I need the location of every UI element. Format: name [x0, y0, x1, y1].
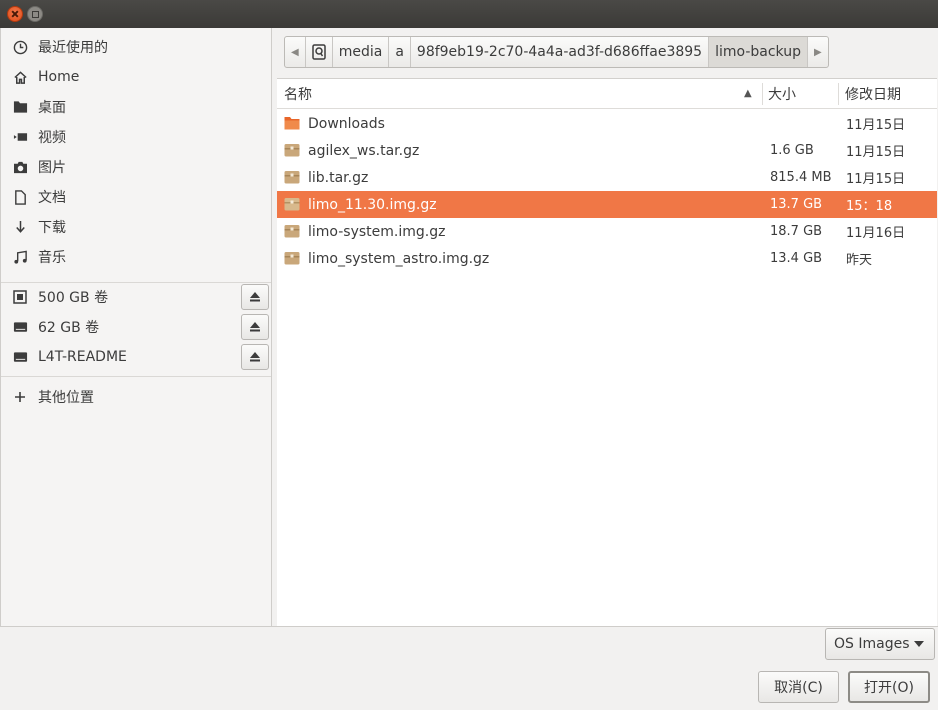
sidebar-item-label: 62 GB 卷 — [38, 320, 100, 336]
sidebar-item-volume-500gb[interactable]: 500 GB 卷 — [1, 282, 271, 312]
sidebar-item-desktop[interactable]: 桌面 — [1, 92, 271, 122]
title-bar — [0, 0, 938, 28]
eject-icon — [250, 292, 260, 302]
document-icon — [10, 189, 30, 205]
file-modified: 11月16日 — [846, 226, 906, 241]
file-row-lib[interactable]: lib.tar.gz 815.4 MB 11月15日 — [277, 164, 937, 191]
chip-drive-icon — [10, 290, 30, 304]
file-modified: 11月15日 — [846, 118, 906, 133]
close-window-button[interactable] — [7, 6, 23, 22]
sidebar-item-documents[interactable]: 文档 — [1, 182, 271, 212]
file-name: limo_11.30.img.gz — [308, 196, 437, 213]
file-list: 名称 ▲ 大小 修改日期 Downloads 11月15日 agilex_ws.… — [277, 78, 937, 627]
file-size: 1.6 GB — [770, 143, 814, 158]
path-scroll-left-button[interactable]: ◀ — [285, 37, 305, 67]
file-name: limo_system_astro.img.gz — [308, 250, 490, 267]
file-modified: 昨天 — [846, 253, 873, 268]
file-row-limo-system-astro[interactable]: limo_system_astro.img.gz 13.4 GB 昨天 — [277, 245, 937, 272]
drive-icon — [10, 351, 30, 363]
video-icon — [10, 131, 30, 143]
sidebar-item-volume-62gb[interactable]: 62 GB 卷 — [1, 312, 271, 342]
file-name: agilex_ws.tar.gz — [308, 142, 420, 159]
archive-icon — [284, 171, 300, 184]
sidebar-item-label: 图片 — [38, 160, 66, 176]
file-size: 815.4 MB — [770, 170, 832, 185]
sidebar-item-home[interactable]: Home — [1, 62, 271, 92]
filter-bar — [0, 626, 938, 663]
sidebar-separator — [1, 376, 271, 377]
path-segment-a[interactable]: a — [388, 37, 410, 67]
eject-button-500gb[interactable] — [241, 284, 269, 310]
open-button[interactable]: 打开(O) — [848, 671, 930, 703]
sidebar-item-label: 桌面 — [38, 100, 66, 116]
folder-icon — [10, 100, 30, 114]
column-header-name[interactable]: 名称 — [284, 79, 312, 108]
file-row-limo-11-30-selected[interactable]: limo_11.30.img.gz 13.7 GB 15：18 — [277, 191, 937, 218]
home-icon — [10, 70, 30, 85]
file-name: limo-system.img.gz — [308, 223, 446, 240]
file-modified: 11月15日 — [846, 172, 906, 187]
sidebar-item-recent[interactable]: 最近使用的 — [1, 32, 271, 62]
column-separator — [838, 83, 839, 105]
sidebar-item-label: 500 GB 卷 — [38, 290, 109, 306]
sidebar-item-other-locations[interactable]: 其他位置 — [1, 382, 271, 412]
file-name: Downloads — [308, 115, 385, 132]
download-icon — [10, 220, 30, 235]
path-bar: ◀ media a 98f9eb19-2c70-4a4a-ad3f-d686ff… — [284, 36, 829, 68]
sort-ascending-icon: ▲ — [744, 88, 752, 99]
plus-icon — [10, 391, 30, 403]
sidebar-item-label: 音乐 — [38, 250, 66, 266]
archive-icon — [284, 225, 300, 238]
file-modified: 11月15日 — [846, 145, 906, 160]
column-header-modified[interactable]: 修改日期 — [845, 79, 901, 108]
cancel-button[interactable]: 取消(C) — [758, 671, 839, 703]
sidebar-item-label: 文档 — [38, 190, 66, 206]
column-header-size[interactable]: 大小 — [768, 79, 796, 108]
eject-button-l4t-readme[interactable] — [241, 344, 269, 370]
maximize-window-button[interactable] — [27, 6, 43, 22]
drive-root-icon — [311, 44, 326, 60]
column-separator — [762, 83, 763, 105]
sidebar: 最近使用的 Home 桌面 视频 图片 文档 下载 音乐 500 GB 卷 62… — [0, 28, 272, 626]
file-size: 13.4 GB — [770, 251, 823, 266]
file-row-limo-system[interactable]: limo-system.img.gz 18.7 GB 11月16日 — [277, 218, 937, 245]
file-row-downloads[interactable]: Downloads 11月15日 — [277, 110, 937, 137]
drive-icon — [10, 321, 30, 333]
sidebar-item-videos[interactable]: 视频 — [1, 122, 271, 152]
path-root-button[interactable] — [304, 37, 332, 67]
file-name: lib.tar.gz — [308, 169, 369, 186]
sidebar-item-pictures[interactable]: 图片 — [1, 152, 271, 182]
archive-icon — [284, 252, 300, 265]
file-size: 13.7 GB — [770, 197, 823, 212]
sidebar-item-downloads[interactable]: 下载 — [1, 212, 271, 242]
sidebar-item-label: L4T-README — [38, 349, 127, 365]
path-segment-media[interactable]: media — [331, 37, 389, 67]
column-header: 名称 ▲ 大小 修改日期 — [277, 79, 937, 109]
camera-icon — [10, 161, 30, 174]
file-row-agilex-ws[interactable]: agilex_ws.tar.gz 1.6 GB 11月15日 — [277, 137, 937, 164]
file-type-filter-select[interactable]: OS Images — [825, 628, 935, 660]
folder-icon — [284, 117, 300, 130]
sidebar-item-music[interactable]: 音乐 — [1, 242, 271, 272]
file-size: 18.7 GB — [770, 224, 823, 239]
sidebar-item-label: 下载 — [38, 220, 66, 236]
music-icon — [10, 250, 30, 265]
eject-icon — [250, 322, 260, 332]
path-segment-volume-uuid[interactable]: 98f9eb19-2c70-4a4a-ad3f-d686ffae3895 — [409, 37, 708, 67]
archive-icon — [284, 144, 300, 157]
sidebar-item-label: Home — [38, 69, 80, 85]
chevron-down-icon — [914, 641, 924, 647]
sidebar-item-label: 视频 — [38, 130, 66, 146]
sidebar-item-label: 其他位置 — [38, 390, 94, 406]
filter-value: OS Images — [834, 636, 910, 652]
sidebar-item-label: 最近使用的 — [38, 40, 108, 56]
clock-icon — [10, 40, 30, 55]
archive-icon — [284, 198, 300, 211]
eject-icon — [250, 352, 260, 362]
eject-button-62gb[interactable] — [241, 314, 269, 340]
sidebar-item-l4t-readme[interactable]: L4T-README — [1, 342, 271, 372]
path-scroll-right-button[interactable]: ▶ — [807, 37, 828, 67]
file-modified: 15：18 — [846, 199, 893, 214]
path-segment-limo-backup[interactable]: limo-backup — [708, 37, 807, 67]
